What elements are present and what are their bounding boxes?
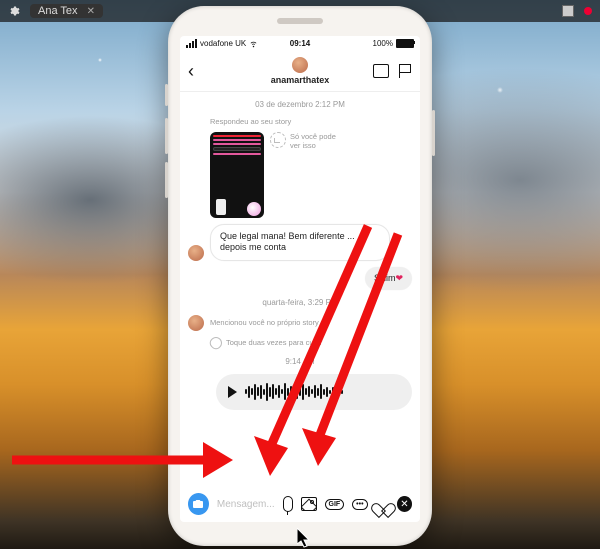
signal-icon xyxy=(186,39,197,48)
camera-icon xyxy=(192,498,204,510)
battery-icon xyxy=(396,39,414,48)
stop-recording-icon[interactable] xyxy=(562,5,574,17)
timestamp: 03 de dezembro 2:12 PM xyxy=(188,100,412,109)
gallery-icon[interactable] xyxy=(301,497,316,511)
message-composer: Mensagem... GIF ••• ✕ xyxy=(180,486,420,522)
double-tap-hint: Toque duas vezes para curtir xyxy=(226,338,322,347)
carrier-label: vodafone UK xyxy=(200,39,246,48)
like-button[interactable] xyxy=(376,497,389,511)
message-list[interactable]: 03 de dezembro 2:12 PM Respondeu ao seu … xyxy=(180,92,420,486)
outgoing-message[interactable]: Siiiim❤ xyxy=(365,267,412,290)
message-input[interactable]: Mensagem... xyxy=(217,499,275,510)
sender-avatar[interactable] xyxy=(188,315,204,331)
tab-title: Ana Tex xyxy=(38,5,78,17)
battery-percent: 100% xyxy=(373,39,393,48)
audio-waveform[interactable] xyxy=(245,382,343,402)
video-call-icon[interactable] xyxy=(373,64,389,78)
gif-button[interactable]: GIF xyxy=(325,499,345,510)
incoming-message[interactable]: Que legal mana! Bem diferente ... depois… xyxy=(210,224,390,261)
flag-icon[interactable] xyxy=(399,64,412,78)
audio-message[interactable] xyxy=(216,374,412,410)
heart-outline-icon[interactable] xyxy=(208,334,225,351)
timestamp: 9:14 AM xyxy=(188,357,412,366)
sender-avatar[interactable] xyxy=(188,245,204,261)
close-icon[interactable]: ✕ xyxy=(87,6,95,17)
phone-screen: vodafone UK 09:14 100% ‹ anamarthatex 03 xyxy=(180,36,420,522)
story-thumbnail[interactable] xyxy=(210,132,264,218)
header-avatar[interactable] xyxy=(292,57,308,73)
timestamp: quarta-feira, 3:29 PM xyxy=(188,298,412,307)
sticker-button[interactable]: ••• xyxy=(352,499,367,510)
volume-up xyxy=(165,118,168,154)
iphone-frame: vodafone UK 09:14 100% ‹ anamarthatex 03 xyxy=(168,6,432,546)
ios-status-bar: vodafone UK 09:14 100% xyxy=(180,36,420,51)
heart-icon: ❤ xyxy=(395,273,403,283)
back-button[interactable]: ‹ xyxy=(188,61,194,82)
camera-button[interactable] xyxy=(188,493,209,515)
close-button[interactable]: ✕ xyxy=(397,496,412,512)
story-reply-label: Respondeu ao seu story xyxy=(210,117,412,126)
play-icon[interactable] xyxy=(228,386,237,398)
mute-switch xyxy=(165,84,168,106)
microphone-icon[interactable] xyxy=(283,496,294,512)
header-username[interactable]: anamarthatex xyxy=(271,75,330,85)
wifi-icon xyxy=(249,39,258,48)
mention-label: Mencionou você no próprio story xyxy=(210,318,319,327)
power-button xyxy=(432,110,435,156)
record-indicator-icon xyxy=(584,7,592,15)
visibility-text-2: ver isso xyxy=(290,141,336,150)
ephemeral-icon xyxy=(270,132,286,148)
screen-recorder-tab[interactable]: Ana Tex ✕ xyxy=(30,4,103,18)
visibility-text-1: Só você pode xyxy=(290,132,336,141)
dm-header: ‹ anamarthatex xyxy=(180,51,420,92)
gear-icon xyxy=(8,5,20,17)
volume-down xyxy=(165,162,168,198)
